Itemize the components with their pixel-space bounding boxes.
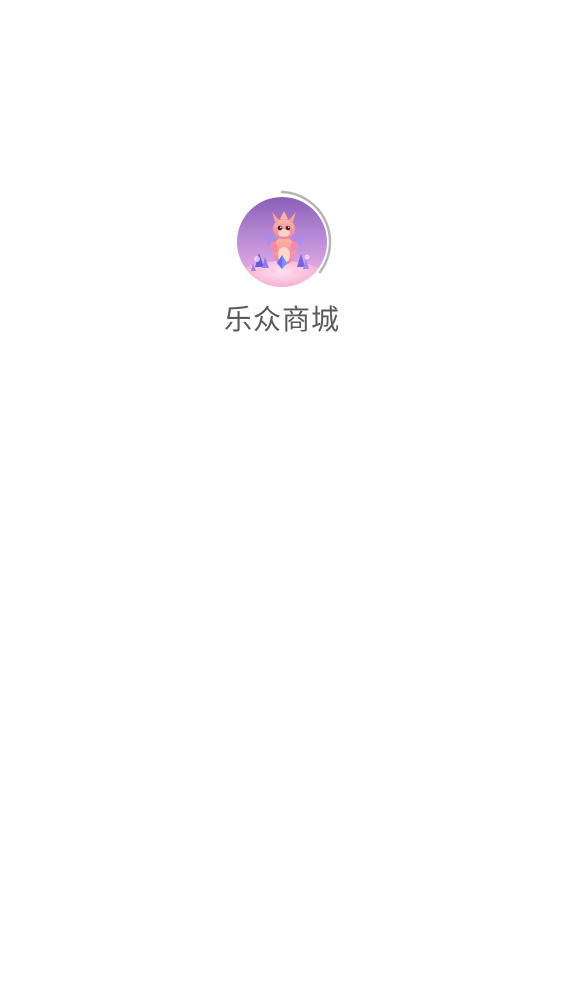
splash-content: 乐众商城 — [0, 0, 564, 1004]
splash-screen: 乐众商城 — [0, 0, 564, 1004]
app-logo — [237, 197, 327, 287]
dragon-mascot-icon — [237, 197, 327, 287]
loading-indicator — [230, 190, 334, 294]
app-name-label: 乐众商城 — [223, 303, 340, 336]
